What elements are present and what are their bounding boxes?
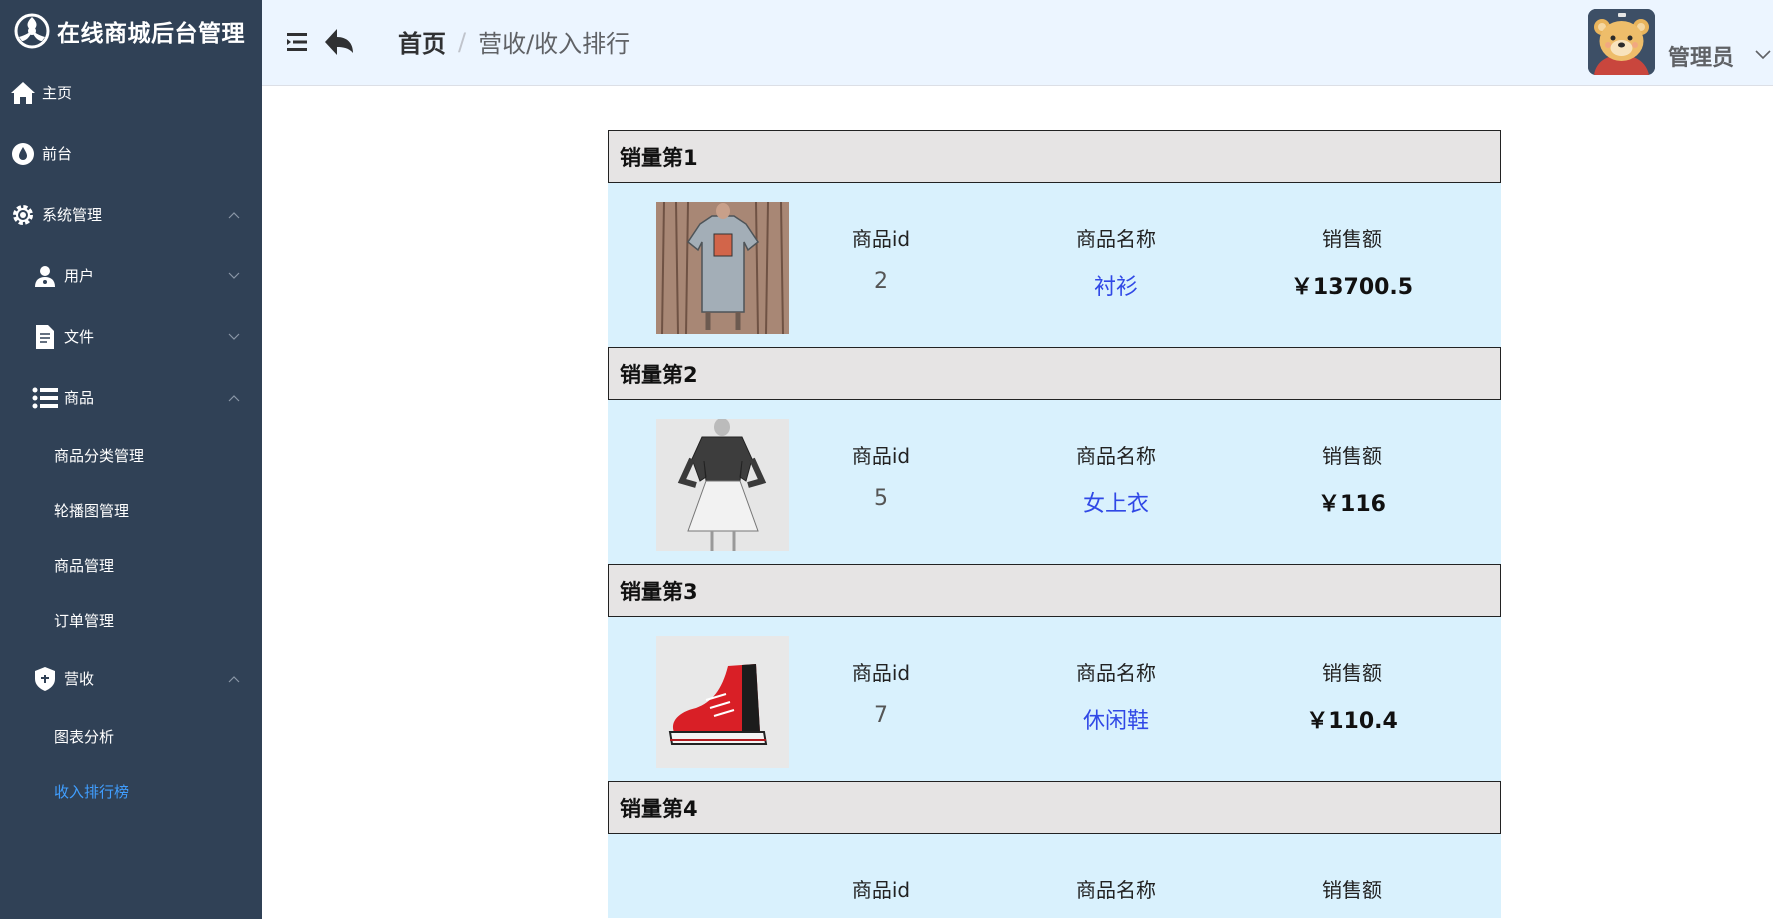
sidebar-item-file[interactable]: 文件: [0, 306, 262, 367]
sales-amount: ￥13700.5: [1290, 275, 1414, 300]
column-header-name: 商品名称: [1076, 661, 1156, 685]
back-arrow-icon[interactable]: [323, 27, 355, 57]
sidebar-item-label: 收入排行榜: [54, 783, 130, 801]
column-header-amount: 销售额: [1322, 878, 1382, 902]
sidebar-item-frontend[interactable]: 前台: [0, 123, 262, 184]
rank-card: 销量第3 商品id 商品名称 销售额 7 休闲鞋 ￥110.4: [608, 564, 1501, 781]
product-id: 2: [874, 269, 888, 294]
sidebar-menu: 主页 前台 系统管理 用户 文件 商品 商品分类管理 轮播图管理 商品管理 订单…: [0, 62, 262, 819]
column-header-id: 商品id: [851, 878, 911, 902]
sidebar-item-label: 商品分类管理: [54, 447, 145, 465]
avatar[interactable]: [1588, 9, 1655, 75]
sidebar-item-chart-analysis[interactable]: 图表分析: [0, 709, 262, 764]
user-name[interactable]: 管理员: [1668, 40, 1734, 72]
sidebar-item-label: 主页: [42, 84, 73, 102]
sidebar-item-carousel-manage[interactable]: 轮播图管理: [0, 483, 262, 538]
breadcrumb: 首页 / 营收/收入排行: [398, 24, 630, 59]
sidebar-item-category-manage[interactable]: 商品分类管理: [0, 428, 262, 483]
sidebar-item-label: 营收: [64, 670, 95, 688]
rank-body: 商品id 商品名称 销售额 7 休闲鞋 ￥110.4: [608, 617, 1501, 781]
sidebar-item-label: 订单管理: [54, 612, 115, 630]
breadcrumb-current: 营收/收入排行: [478, 30, 631, 58]
rank-body: 商品id 商品名称 销售额 2 衬衫 ￥13700.5: [608, 183, 1501, 347]
product-image-blouse: [656, 419, 789, 551]
sales-amount: ￥116: [1318, 492, 1386, 517]
sidebar-item-label: 图表分析: [54, 728, 115, 746]
sales-amount: ￥110.4: [1306, 709, 1398, 734]
column-header-amount: 销售额: [1322, 227, 1382, 251]
sidebar-item-order-manage[interactable]: 订单管理: [0, 593, 262, 648]
chevron-up-icon: [228, 675, 240, 682]
user-icon: [31, 262, 59, 290]
rank-title: 销量第3: [608, 564, 1501, 617]
sidebar-item-home[interactable]: 主页: [0, 62, 262, 123]
gear-icon: [9, 201, 37, 229]
column-header-amount: 销售额: [1322, 444, 1382, 468]
column-header-id: 商品id: [851, 661, 911, 685]
chevron-down-icon: [228, 272, 240, 279]
sidebar-item-label: 前台: [42, 145, 73, 163]
rank-card: 销量第2 商品id 商品名称 销售额 5 女上衣 ￥116: [608, 347, 1501, 564]
sidebar-item-goods[interactable]: 商品: [0, 367, 262, 428]
sidebar-item-system[interactable]: 系统管理: [0, 184, 262, 245]
sidebar-item-label: 轮播图管理: [54, 502, 130, 520]
top-header: 首页 / 营收/收入排行 管理员: [262, 0, 1773, 86]
chevron-up-icon: [228, 394, 240, 401]
product-name-link[interactable]: 女上衣: [1036, 486, 1196, 518]
rank-body: 商品id 商品名称 销售额 5 女上衣 ￥116: [608, 400, 1501, 564]
drop-icon: [9, 140, 37, 168]
product-name-link[interactable]: 休闲鞋: [1036, 703, 1196, 735]
column-header-id: 商品id: [851, 444, 911, 468]
breadcrumb-home[interactable]: 首页: [398, 24, 446, 59]
home-icon: [9, 79, 37, 107]
rank-title: 销量第2: [608, 347, 1501, 400]
brand: 在线商城后台管理: [0, 0, 262, 62]
column-header-name: 商品名称: [1076, 227, 1156, 251]
sidebar-item-label: 用户: [64, 267, 95, 285]
sidebar-item-label: 文件: [64, 328, 95, 346]
sidebar-item-label: 系统管理: [42, 206, 103, 224]
product-name-link[interactable]: 衬衫: [1036, 269, 1196, 301]
file-icon: [31, 323, 59, 351]
column-header-id: 商品id: [851, 227, 911, 251]
product-id: 7: [874, 703, 888, 728]
rank-body: 商品id 商品名称 销售额: [608, 834, 1501, 918]
product-image-sneaker: [656, 636, 789, 768]
rank-card: 销量第4 商品id 商品名称 销售额: [608, 781, 1501, 918]
list-icon: [31, 384, 59, 412]
sidebar-item-label: 商品管理: [54, 557, 115, 575]
chevron-down-icon[interactable]: [1755, 50, 1771, 60]
logo-icon: [13, 12, 51, 50]
rank-title: 销量第1: [608, 130, 1501, 183]
sidebar-item-user[interactable]: 用户: [0, 245, 262, 306]
product-image-tshirt: [656, 202, 789, 334]
column-header-name: 商品名称: [1076, 444, 1156, 468]
shield-icon: [31, 665, 59, 693]
collapse-menu-icon[interactable]: [285, 30, 309, 54]
sidebar-item-income-ranking[interactable]: 收入排行榜: [0, 764, 262, 819]
rank-card: 销量第1 商品id 商品名称 销售额 2 衬衫 ￥13700.5: [608, 130, 1501, 347]
breadcrumb-separator: /: [458, 27, 467, 56]
column-header-amount: 销售额: [1322, 661, 1382, 685]
sidebar-item-label: 商品: [64, 389, 95, 407]
sidebar-item-goods-manage[interactable]: 商品管理: [0, 538, 262, 593]
column-header-name: 商品名称: [1076, 878, 1156, 902]
chevron-down-icon: [228, 333, 240, 340]
sidebar-item-revenue[interactable]: 营收: [0, 648, 262, 709]
product-id: 5: [874, 486, 888, 511]
rank-title: 销量第4: [608, 781, 1501, 834]
sidebar: 在线商城后台管理 主页 前台 系统管理 用户 文件 商品 商品分类管理 轮播图管…: [0, 0, 262, 919]
app-title: 在线商城后台管理: [57, 21, 245, 47]
chevron-up-icon: [228, 211, 240, 218]
